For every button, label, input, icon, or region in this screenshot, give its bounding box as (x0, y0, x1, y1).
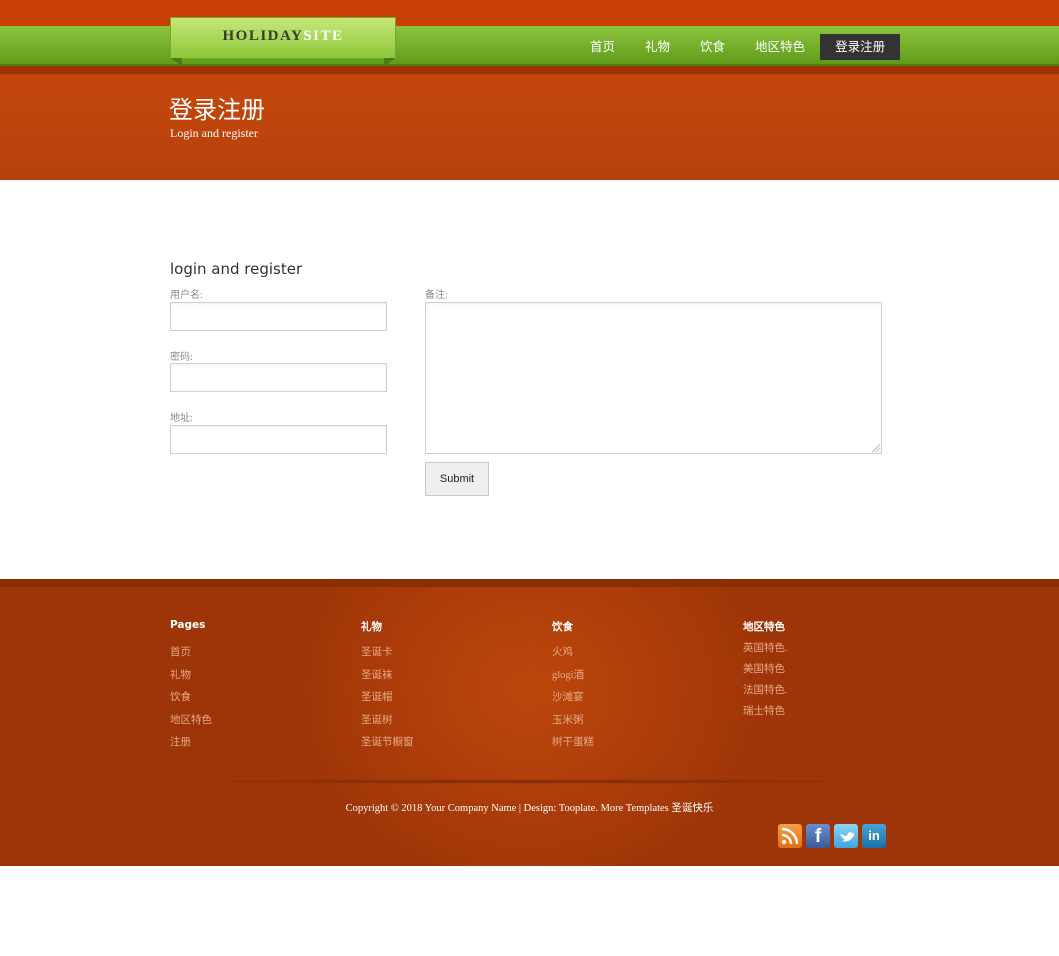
footer-link[interactable]: 玉米粥 (552, 712, 584, 727)
footer-link[interactable]: 法国特色. (743, 682, 788, 697)
footer-col-food-title: 饮食 (552, 621, 573, 633)
site-logo-text[interactable]: HOLIDAYSITE (170, 28, 396, 45)
facebook-icon[interactable]: f (806, 824, 830, 848)
footer-link[interactable]: 礼物 (170, 667, 191, 682)
footer-link[interactable]: 圣诞帽 (361, 689, 393, 704)
footer-link[interactable]: 首页 (170, 644, 191, 659)
logo-fold-right (384, 58, 396, 66)
footer-link[interactable]: 火鸡 (552, 644, 573, 659)
footer-col-pages-title: Pages (170, 619, 206, 631)
copyright-text: Copyright © 2018 Your Company Name | Des… (345, 803, 714, 814)
footer-link[interactable]: 沙滩宴 (552, 689, 584, 704)
nav-item-login-register[interactable]: 登录注册 (820, 34, 901, 60)
footer-link[interactable]: 瑞士特色 (743, 703, 785, 718)
twitter-bird-glyph (839, 832, 855, 842)
address-field[interactable] (170, 425, 387, 454)
username-field[interactable] (170, 302, 387, 331)
main-nav: 首页 礼物 饮食 地区特色 登录注册 (575, 34, 901, 60)
nav-item-home[interactable]: 首页 (575, 34, 630, 60)
footer-col-regional-title: 地区特色 (743, 621, 785, 633)
footer-link[interactable]: 饮食 (170, 689, 191, 704)
submit-button[interactable]: Submit (425, 462, 489, 496)
rss-glyph (781, 827, 799, 845)
footer-link[interactable]: 圣诞节橱窗 (361, 734, 414, 749)
footer-top-border (0, 579, 1059, 587)
note-textarea[interactable] (425, 302, 882, 454)
note-label: 备注: (425, 290, 448, 301)
textarea-resize-handle[interactable] (872, 444, 880, 452)
address-label: 地址: (170, 413, 193, 424)
footer (0, 579, 1059, 866)
nav-item-regional[interactable]: 地区特色 (740, 34, 820, 60)
logo-fold-left (170, 58, 182, 66)
form-heading: login and register (170, 260, 303, 278)
header-top-band (0, 0, 1059, 26)
page-subtitle: Login and register (170, 126, 258, 140)
footer-link[interactable]: 注册 (170, 734, 191, 749)
linkedin-icon[interactable]: in (862, 824, 886, 848)
rss-icon[interactable] (778, 824, 802, 848)
logo-text-site: SITE (303, 28, 344, 44)
banner-shadow (0, 66, 1059, 74)
page-title: 登录注册 (169, 96, 265, 124)
footer-link[interactable]: glogi酒 (552, 667, 584, 682)
footer-link[interactable]: 圣诞卡 (361, 644, 393, 659)
footer-col-gifts-title: 礼物 (361, 621, 382, 633)
twitter-icon[interactable] (834, 824, 858, 848)
nav-item-gifts[interactable]: 礼物 (630, 34, 685, 60)
footer-link[interactable]: 地区特色 (170, 712, 212, 727)
footer-link[interactable]: 圣诞树 (361, 712, 393, 727)
password-field[interactable] (170, 363, 387, 392)
footer-link[interactable]: 英国特色. (743, 640, 788, 655)
footer-divider (170, 779, 888, 784)
footer-link[interactable]: 美国特色 (743, 661, 785, 676)
password-label: 密码: (170, 352, 193, 363)
logo-text-holiday: HOLIDAY (222, 28, 304, 44)
nav-bar (0, 26, 1059, 66)
nav-item-food[interactable]: 饮食 (685, 34, 740, 60)
username-label: 用户名: (170, 290, 203, 301)
page-banner (0, 66, 1059, 180)
footer-link[interactable]: 圣诞袜 (361, 667, 393, 682)
footer-link[interactable]: 树干蛋糕 (552, 734, 594, 749)
